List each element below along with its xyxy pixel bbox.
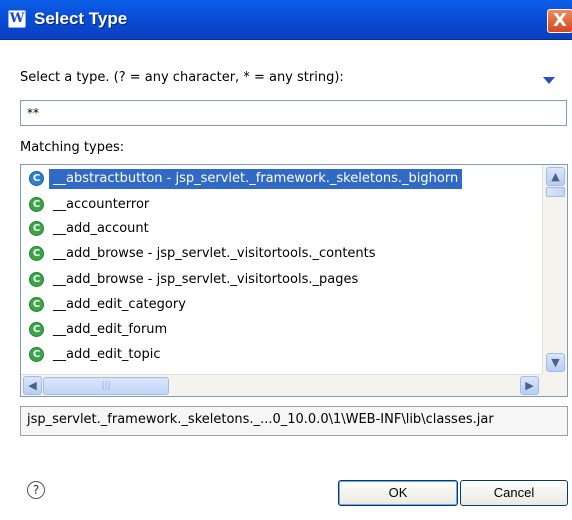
list-item-label: __add_edit_category xyxy=(53,297,186,312)
class-icon: C xyxy=(29,297,44,312)
list-item[interactable]: C __add_edit_forum xyxy=(21,318,542,342)
close-button[interactable]: X xyxy=(547,9,572,33)
class-icon: C xyxy=(29,221,44,236)
list-item[interactable]: C __add_browse - jsp_servlet._visitortoo… xyxy=(21,268,542,292)
pattern-input[interactable] xyxy=(20,100,567,126)
selected-type-location: jsp_servlet._framework._skeletons._...0_… xyxy=(20,406,568,436)
class-icon: C xyxy=(29,272,44,287)
class-icon: C xyxy=(29,171,44,186)
scroll-left-button[interactable]: ◀ xyxy=(23,376,42,395)
app-icon: W xyxy=(8,10,26,28)
list-item-label: __add_edit_topic xyxy=(53,347,161,362)
list-item[interactable]: C __accounterror xyxy=(21,193,542,217)
list-item-label: __add_account xyxy=(53,221,149,236)
list-item-label: __add_edit_forum xyxy=(53,322,168,337)
list-item[interactable]: C __add_edit_topic xyxy=(21,343,542,367)
cancel-button[interactable]: Cancel xyxy=(460,480,568,506)
list-item[interactable]: C __add_edit_category xyxy=(21,293,542,317)
horizontal-scroll-thumb[interactable]: ||| xyxy=(43,377,169,395)
list-item[interactable]: C __abstractbutton - jsp_servlet._framew… xyxy=(21,167,542,191)
class-icon: C xyxy=(29,347,44,362)
horizontal-scrollbar[interactable]: ◀ ||| ▶ xyxy=(21,374,542,396)
title-bar[interactable]: W Select Type X xyxy=(0,0,572,40)
list-item-label: __accounterror xyxy=(53,197,150,212)
list-item[interactable]: C __add_browse - jsp_servlet._visitortoo… xyxy=(21,242,542,266)
class-icon: C xyxy=(29,322,44,337)
list-item-label: __add_browse - jsp_servlet._visitortools… xyxy=(53,272,359,287)
window-title: Select Type xyxy=(34,9,128,28)
help-icon[interactable]: ? xyxy=(27,481,45,499)
view-menu-icon[interactable] xyxy=(543,77,555,84)
matching-types-label: Matching types: xyxy=(20,140,125,155)
scroll-up-button[interactable]: ▲ xyxy=(546,167,565,186)
list-item[interactable]: C __add_account xyxy=(21,217,542,241)
scroll-down-button[interactable]: ▼ xyxy=(546,353,565,372)
scroll-right-button[interactable]: ▶ xyxy=(520,376,539,395)
matching-types-list[interactable]: C __abstractbutton - jsp_servlet._framew… xyxy=(20,164,568,397)
vertical-scroll-thumb[interactable] xyxy=(546,187,565,197)
pattern-label: Select a type. (? = any character, * = a… xyxy=(20,70,344,85)
class-icon: C xyxy=(29,246,44,261)
list-item-label: __add_browse - jsp_servlet._visitortools… xyxy=(53,246,376,261)
class-icon: C xyxy=(29,197,44,212)
list-item-label: __abstractbutton - jsp_servlet._framewor… xyxy=(47,168,464,190)
scroll-corner xyxy=(542,374,567,396)
vertical-scrollbar[interactable]: ▲ ▼ xyxy=(542,165,567,374)
ok-button[interactable]: OK xyxy=(338,480,458,506)
